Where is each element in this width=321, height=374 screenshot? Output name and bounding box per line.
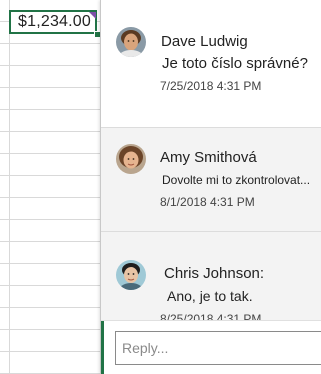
reply-focus-accent [101,321,104,374]
excel-comment-view: $1,234.00 Dave Ludwig Je toto číslo sprá… [0,0,321,374]
avatar [116,260,146,290]
comment-thread-pane: Dave Ludwig Je toto číslo správné? 7/25/… [100,0,321,374]
cell-value: $1,234.00 [18,13,91,30]
selected-cell[interactable]: $1,234.00 [9,10,97,34]
comment-text: Ano, je to tak. [167,288,253,304]
comment-item[interactable]: Amy Smithová Dovolte mi to zkontrolovat.… [101,128,321,231]
person-avatar-icon [116,260,146,290]
avatar [116,27,146,57]
comment-author: Amy Smithová [160,149,257,166]
comment-author: Chris Johnson: [164,265,265,282]
comment-timestamp: 7/25/2018 4:31 PM [160,79,262,93]
column-gridline [9,0,10,374]
comment-text: Dovolte mi to zkontrolovat... [162,173,311,187]
comment-text: Je toto číslo správné? [162,55,308,72]
comment-item[interactable]: Dave Ludwig Je toto číslo správné? 7/25/… [101,0,321,127]
avatar [116,144,146,174]
comment-author: Dave Ludwig [161,33,248,50]
reply-input[interactable] [115,331,321,365]
worksheet-grid[interactable]: $1,234.00 [0,0,110,374]
person-avatar-icon [116,144,146,174]
comment-indicator-icon[interactable] [89,12,96,19]
comment-timestamp: 8/1/2018 4:31 PM [160,195,255,209]
person-avatar-icon [116,27,146,57]
reply-area [101,320,321,374]
